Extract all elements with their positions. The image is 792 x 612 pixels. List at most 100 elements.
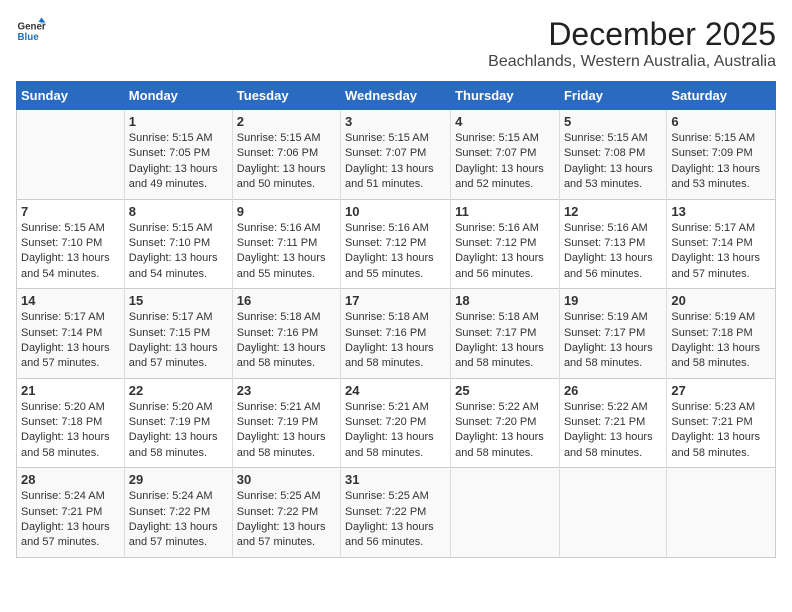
cell-content: Sunrise: 5:15 AM Sunset: 7:08 PM Dayligh… — [564, 131, 662, 193]
week-row-4: 28 Sunrise: 5:24 AM Sunset: 7:21 PM Dayli… — [17, 468, 776, 558]
day-number: 25 — [455, 383, 555, 398]
svg-text:Blue: Blue — [18, 32, 40, 43]
cell-content: Sunrise: 5:20 AM Sunset: 7:18 PM Dayligh… — [21, 400, 120, 462]
col-header-friday: Friday — [559, 82, 666, 110]
calendar-cell: 4 Sunrise: 5:15 AM Sunset: 7:07 PM Daylig… — [451, 110, 560, 200]
calendar-cell: 15Sunrise: 5:17 AM Sunset: 7:15 PM Dayli… — [124, 289, 232, 379]
day-number: 5 — [564, 114, 662, 129]
main-title: December 2025 — [488, 16, 776, 53]
cell-content: Sunrise: 5:17 AM Sunset: 7:14 PM Dayligh… — [671, 221, 771, 283]
calendar-cell: 31 Sunrise: 5:25 AM Sunset: 7:22 PM Dayli… — [341, 468, 451, 558]
calendar-cell: 30Sunrise: 5:25 AM Sunset: 7:22 PM Dayli… — [232, 468, 340, 558]
day-number: 13 — [671, 204, 771, 219]
calendar-cell: 10 Sunrise: 5:16 AM Sunset: 7:12 PM Dayli… — [341, 199, 451, 289]
day-number: 11 — [455, 204, 555, 219]
cell-content: Sunrise: 5:15 AM Sunset: 7:10 PM Dayligh… — [21, 221, 120, 283]
day-number: 14 — [21, 293, 120, 308]
calendar-cell: 19Sunrise: 5:19 AM Sunset: 7:17 PM Dayli… — [559, 289, 666, 379]
day-number: 29 — [129, 472, 228, 487]
cell-content: Sunrise: 5:16 AM Sunset: 7:12 PM Dayligh… — [455, 221, 555, 283]
calendar-table: SundayMondayTuesdayWednesdayThursdayFrid… — [16, 81, 776, 558]
day-number: 16 — [237, 293, 336, 308]
col-header-thursday: Thursday — [451, 82, 560, 110]
col-header-tuesday: Tuesday — [232, 82, 340, 110]
cell-content: Sunrise: 5:21 AM Sunset: 7:19 PM Dayligh… — [237, 400, 336, 462]
cell-content: Sunrise: 5:18 AM Sunset: 7:17 PM Dayligh… — [455, 310, 555, 372]
calendar-cell — [559, 468, 666, 558]
calendar-cell: 24 Sunrise: 5:21 AM Sunset: 7:20 PM Dayli… — [341, 378, 451, 468]
cell-content: Sunrise: 5:21 AM Sunset: 7:20 PM Dayligh… — [345, 400, 446, 462]
cell-content: Sunrise: 5:24 AM Sunset: 7:22 PM Dayligh… — [129, 489, 228, 551]
calendar-cell — [451, 468, 560, 558]
cell-content: Sunrise: 5:16 AM Sunset: 7:11 PM Dayligh… — [237, 221, 336, 283]
day-number: 17 — [345, 293, 446, 308]
week-row-1: 7 Sunrise: 5:15 AM Sunset: 7:10 PM Daylig… — [17, 199, 776, 289]
day-number: 3 — [345, 114, 446, 129]
day-number: 10 — [345, 204, 446, 219]
cell-content: Sunrise: 5:16 AM Sunset: 7:13 PM Dayligh… — [564, 221, 662, 283]
day-number: 20 — [671, 293, 771, 308]
cell-content: Sunrise: 5:19 AM Sunset: 7:17 PM Dayligh… — [564, 310, 662, 372]
calendar-cell — [17, 110, 125, 200]
calendar-cell: 18 Sunrise: 5:18 AM Sunset: 7:17 PM Dayli… — [451, 289, 560, 379]
day-number: 12 — [564, 204, 662, 219]
calendar-cell: 26Sunrise: 5:22 AM Sunset: 7:21 PM Dayli… — [559, 378, 666, 468]
cell-content: Sunrise: 5:15 AM Sunset: 7:07 PM Dayligh… — [455, 131, 555, 193]
calendar-cell: 25Sunrise: 5:22 AM Sunset: 7:20 PM Dayli… — [451, 378, 560, 468]
cell-content: Sunrise: 5:18 AM Sunset: 7:16 PM Dayligh… — [237, 310, 336, 372]
col-header-sunday: Sunday — [17, 82, 125, 110]
calendar-cell: 17 Sunrise: 5:18 AM Sunset: 7:16 PM Dayli… — [341, 289, 451, 379]
day-number: 1 — [129, 114, 228, 129]
calendar-cell: 8 Sunrise: 5:15 AM Sunset: 7:10 PM Daylig… — [124, 199, 232, 289]
subtitle: Beachlands, Western Australia, Australia — [488, 53, 776, 71]
calendar-cell: 1 Sunrise: 5:15 AM Sunset: 7:05 PM Daylig… — [124, 110, 232, 200]
day-number: 7 — [21, 204, 120, 219]
cell-content: Sunrise: 5:15 AM Sunset: 7:06 PM Dayligh… — [237, 131, 336, 193]
logo-icon: General Blue — [16, 16, 46, 46]
cell-content: Sunrise: 5:19 AM Sunset: 7:18 PM Dayligh… — [671, 310, 771, 372]
col-header-wednesday: Wednesday — [341, 82, 451, 110]
day-number: 28 — [21, 472, 120, 487]
calendar-cell: 13 Sunrise: 5:17 AM Sunset: 7:14 PM Dayli… — [667, 199, 776, 289]
col-header-monday: Monday — [124, 82, 232, 110]
cell-content: Sunrise: 5:23 AM Sunset: 7:21 PM Dayligh… — [671, 400, 771, 462]
col-header-saturday: Saturday — [667, 82, 776, 110]
cell-content: Sunrise: 5:22 AM Sunset: 7:21 PM Dayligh… — [564, 400, 662, 462]
cell-content: Sunrise: 5:16 AM Sunset: 7:12 PM Dayligh… — [345, 221, 446, 283]
day-number: 4 — [455, 114, 555, 129]
calendar-cell: 9 Sunrise: 5:16 AM Sunset: 7:11 PM Daylig… — [232, 199, 340, 289]
week-row-0: 1 Sunrise: 5:15 AM Sunset: 7:05 PM Daylig… — [17, 110, 776, 200]
cell-content: Sunrise: 5:15 AM Sunset: 7:07 PM Dayligh… — [345, 131, 446, 193]
cell-content: Sunrise: 5:20 AM Sunset: 7:19 PM Dayligh… — [129, 400, 228, 462]
calendar-cell: 2Sunrise: 5:15 AM Sunset: 7:06 PM Daylig… — [232, 110, 340, 200]
calendar-cell — [667, 468, 776, 558]
day-number: 9 — [237, 204, 336, 219]
day-number: 21 — [21, 383, 120, 398]
day-number: 22 — [129, 383, 228, 398]
calendar-cell: 12 Sunrise: 5:16 AM Sunset: 7:13 PM Dayli… — [559, 199, 666, 289]
cell-content: Sunrise: 5:25 AM Sunset: 7:22 PM Dayligh… — [237, 489, 336, 551]
day-number: 18 — [455, 293, 555, 308]
calendar-cell: 6Sunrise: 5:15 AM Sunset: 7:09 PM Daylig… — [667, 110, 776, 200]
title-area: December 2025 Beachlands, Western Austra… — [488, 16, 776, 71]
day-number: 8 — [129, 204, 228, 219]
cell-content: Sunrise: 5:15 AM Sunset: 7:09 PM Dayligh… — [671, 131, 771, 193]
day-number: 31 — [345, 472, 446, 487]
calendar-cell: 28 Sunrise: 5:24 AM Sunset: 7:21 PM Dayli… — [17, 468, 125, 558]
day-number: 27 — [671, 383, 771, 398]
calendar-cell: 16 Sunrise: 5:18 AM Sunset: 7:16 PM Dayli… — [232, 289, 340, 379]
calendar-cell: 20 Sunrise: 5:19 AM Sunset: 7:18 PM Dayli… — [667, 289, 776, 379]
cell-content: Sunrise: 5:15 AM Sunset: 7:10 PM Dayligh… — [129, 221, 228, 283]
day-number: 24 — [345, 383, 446, 398]
cell-content: Sunrise: 5:17 AM Sunset: 7:14 PM Dayligh… — [21, 310, 120, 372]
cell-content: Sunrise: 5:25 AM Sunset: 7:22 PM Dayligh… — [345, 489, 446, 551]
week-row-2: 14 Sunrise: 5:17 AM Sunset: 7:14 PM Dayli… — [17, 289, 776, 379]
cell-content: Sunrise: 5:24 AM Sunset: 7:21 PM Dayligh… — [21, 489, 120, 551]
cell-content: Sunrise: 5:18 AM Sunset: 7:16 PM Dayligh… — [345, 310, 446, 372]
calendar-cell: 23Sunrise: 5:21 AM Sunset: 7:19 PM Dayli… — [232, 378, 340, 468]
cell-content: Sunrise: 5:15 AM Sunset: 7:05 PM Dayligh… — [129, 131, 228, 193]
calendar-cell: 7 Sunrise: 5:15 AM Sunset: 7:10 PM Daylig… — [17, 199, 125, 289]
calendar-cell: 5 Sunrise: 5:15 AM Sunset: 7:08 PM Daylig… — [559, 110, 666, 200]
calendar-cell: 21 Sunrise: 5:20 AM Sunset: 7:18 PM Dayli… — [17, 378, 125, 468]
calendar-cell: 3 Sunrise: 5:15 AM Sunset: 7:07 PM Daylig… — [341, 110, 451, 200]
